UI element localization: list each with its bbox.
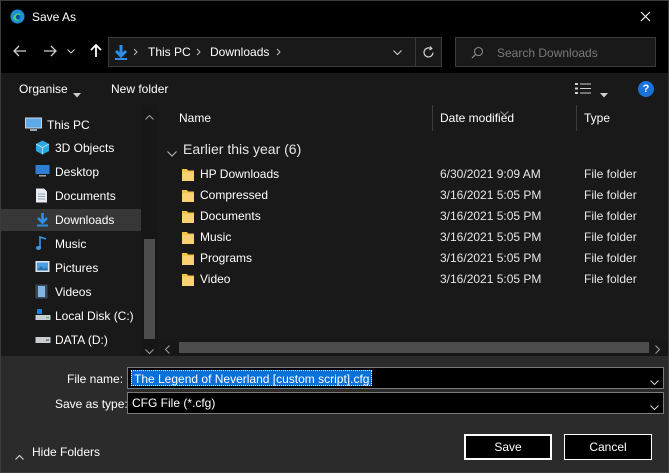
file-name-label: File name:	[67, 372, 124, 386]
up-button[interactable]	[84, 39, 108, 63]
column-divider[interactable]	[432, 105, 433, 131]
address-dropdown-button[interactable]	[385, 37, 409, 67]
picture-icon	[35, 260, 50, 275]
folder-icon	[182, 189, 194, 202]
folder-icon	[182, 210, 194, 223]
chevron-down-icon	[67, 48, 75, 54]
list-item[interactable]: Video 3/16/2021 5:05 PM File folder	[161, 269, 668, 290]
save-as-type-value: CFG File (*.cfg)	[132, 396, 216, 410]
chevron-right-icon	[276, 44, 282, 63]
search-box[interactable]: Search Downloads	[455, 37, 656, 67]
list-item[interactable]: Music 3/16/2021 5:05 PM File folder	[161, 227, 668, 248]
chevron-left-icon[interactable]	[164, 343, 170, 357]
desktop-icon	[35, 164, 50, 179]
arrow-right-icon	[44, 45, 57, 57]
column-divider[interactable]	[576, 105, 577, 131]
horizontal-scrollbar[interactable]	[161, 339, 668, 356]
navigation-pane: This PC 3D Objects Desktop Documents Dow…	[1, 105, 161, 356]
close-button[interactable]	[623, 1, 668, 32]
file-list-pane: Name Date modified Type Earlier this yea…	[161, 105, 668, 356]
navigation-scrollbar[interactable]	[141, 105, 158, 356]
column-header-date-modified[interactable]: Date modified	[440, 111, 514, 137]
edge-browser-icon	[10, 9, 25, 24]
back-button[interactable]	[8, 39, 32, 63]
refresh-icon	[423, 45, 434, 58]
forward-button[interactable]	[38, 39, 62, 63]
chevron-up-icon	[15, 449, 24, 463]
chevron-right-icon	[133, 44, 139, 63]
cancel-button[interactable]: Cancel	[564, 434, 652, 460]
chevron-down-icon[interactable]	[650, 399, 659, 413]
file-name-input[interactable]: The Legend of Neverland [custom script].…	[131, 370, 373, 386]
chevron-down-icon[interactable]	[167, 146, 177, 160]
sidebar-item-videos[interactable]: Videos	[1, 281, 141, 303]
chevron-down-icon	[392, 49, 402, 55]
recent-locations-button[interactable]	[63, 39, 79, 63]
column-header-type[interactable]: Type	[584, 111, 610, 137]
arrow-left-icon	[13, 45, 26, 57]
sidebar-item-documents[interactable]: Documents	[1, 185, 141, 207]
download-arrow-icon	[114, 44, 128, 64]
folder-icon	[182, 231, 194, 244]
help-button[interactable]: ?	[638, 81, 654, 97]
sidebar-item-3d-objects[interactable]: 3D Objects	[1, 137, 141, 159]
list-item[interactable]: Documents 3/16/2021 5:05 PM File folder	[161, 206, 668, 227]
chevron-right-icon	[196, 44, 202, 63]
breadcrumb-downloads[interactable]: Downloads	[210, 45, 269, 59]
window-title: Save As	[32, 10, 77, 24]
save-button[interactable]: Save	[464, 434, 552, 460]
hide-folders-label: Hide Folders	[32, 445, 101, 459]
drive-icon	[35, 308, 51, 323]
search-icon	[471, 46, 484, 62]
view-options-icon[interactable]	[575, 82, 592, 98]
arrow-up-icon	[90, 44, 102, 57]
file-name-field[interactable]: The Legend of Neverland [custom script].…	[127, 367, 664, 389]
folder-icon	[182, 273, 194, 286]
search-input[interactable]: Search Downloads	[497, 46, 598, 60]
film-icon	[35, 284, 50, 299]
chevron-down-icon	[73, 87, 81, 101]
group-header[interactable]: Earlier this year (6)	[183, 141, 301, 157]
save-as-type-label: Save as type:	[55, 397, 128, 411]
monitor-icon	[25, 117, 42, 132]
sidebar-item-pictures[interactable]: Pictures	[1, 257, 141, 279]
download-arrow-icon	[35, 212, 50, 227]
sidebar-item-this-pc[interactable]: This PC	[1, 114, 141, 136]
list-item[interactable]: Programs 3/16/2021 5:05 PM File folder	[161, 248, 668, 269]
breadcrumb-this-pc[interactable]: This PC	[148, 45, 191, 59]
list-item[interactable]: Compressed 3/16/2021 5:05 PM File folder	[161, 185, 668, 206]
chevron-down-icon[interactable]	[600, 87, 608, 101]
music-note-icon	[35, 235, 50, 251]
organise-button[interactable]: Organise	[19, 82, 68, 96]
chevron-up-icon[interactable]	[145, 109, 154, 123]
sidebar-item-downloads[interactable]: Downloads	[1, 209, 141, 231]
list-item[interactable]: HP Downloads 6/30/2021 9:09 AM File fold…	[161, 164, 668, 185]
sidebar-item-music[interactable]: Music	[1, 233, 141, 255]
column-header-name[interactable]: Name	[179, 111, 211, 137]
sidebar-item-desktop[interactable]: Desktop	[1, 161, 141, 183]
folder-icon	[182, 168, 194, 181]
chevron-down-icon[interactable]	[145, 343, 154, 356]
scrollbar-thumb[interactable]	[144, 239, 155, 339]
command-toolbar: Organise New folder ?	[1, 73, 668, 105]
sidebar-item-local-disk[interactable]: Local Disk (C:)	[1, 305, 141, 327]
save-as-dialog: Save As This PC Downloads Search Downloa…	[0, 0, 669, 473]
title-bar: Save As	[1, 1, 668, 32]
document-icon	[35, 188, 50, 203]
cube-icon	[35, 140, 50, 155]
save-as-type-select[interactable]: CFG File (*.cfg)	[127, 392, 664, 414]
chevron-right-icon[interactable]	[655, 343, 661, 357]
folder-icon	[182, 252, 194, 265]
refresh-button[interactable]	[415, 37, 441, 67]
chevron-down-icon[interactable]	[650, 374, 659, 388]
close-icon	[640, 11, 651, 22]
new-folder-button[interactable]: New folder	[111, 82, 168, 96]
scrollbar-thumb[interactable]	[179, 342, 649, 353]
sidebar-item-data-drive[interactable]: DATA (D:)	[1, 329, 141, 351]
drive-icon	[35, 332, 51, 347]
